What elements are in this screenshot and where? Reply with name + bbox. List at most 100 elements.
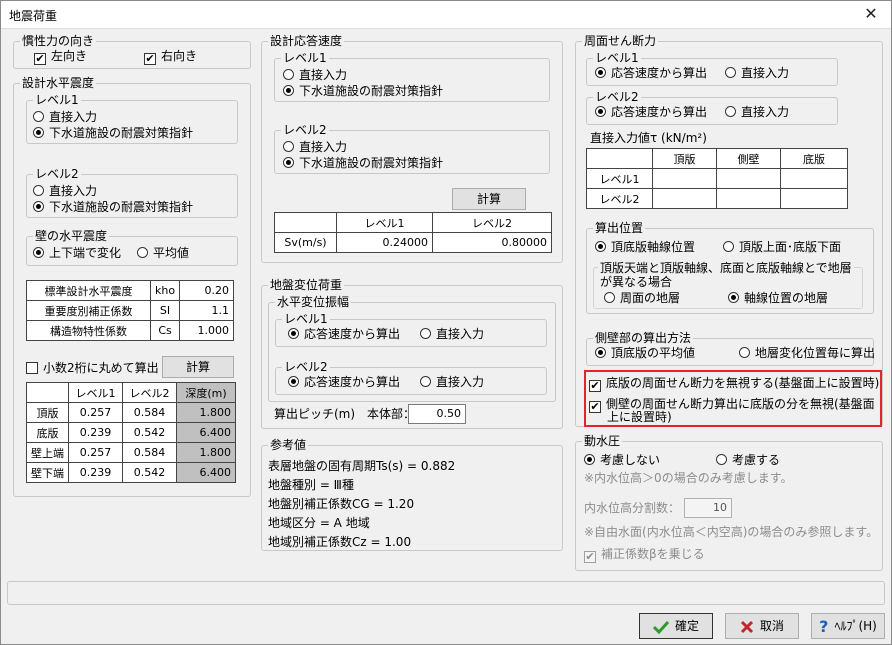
ignore-bottom-check[interactable]: ✔ 底版の周面せん断力を無視する(基盤面上に設置時) (589, 375, 879, 392)
seismic-l2-direct-radio[interactable]: 直接入力 (33, 183, 97, 199)
seismic-level2-legend: レベル2 (33, 166, 81, 182)
hydro-note2: ※自由水面(内水位高＜内空高)の場合のみ参照します。 (584, 525, 879, 539)
amp-level1-legend: レベル1 (282, 311, 330, 327)
checkbox-icon: ✔ (34, 52, 46, 65)
velocity-l2-guideline-radio[interactable]: 下水道施設の耐震対策指針 (283, 155, 443, 171)
cancel-x-icon (740, 620, 754, 633)
amp-level2-group: レベル2 応答速度から算出 直接入力 (275, 359, 547, 395)
table-row: レベル1 レベル2 (274, 212, 552, 233)
tau-l2-top[interactable] (652, 188, 717, 209)
velocity-level1-group: レベル1 直接入力 下水道施設の耐震対策指針 (274, 50, 550, 102)
tau-l2-side[interactable] (716, 188, 781, 209)
table-row: 頂版 0.257 0.584 1.800 (26, 402, 236, 423)
inertia-right-check[interactable]: ✔ 右向き (144, 48, 197, 65)
velocity-level2-legend: レベル2 (281, 122, 329, 138)
hydro-consider-radio[interactable]: 考慮する (716, 452, 780, 468)
position-axis-radio[interactable]: 頂底版軸線位置 (595, 239, 695, 255)
wall-varying-radio[interactable]: 上下端で変化 (33, 245, 121, 261)
shear-l1-direct-radio[interactable]: 直接入力 (725, 65, 789, 81)
shear-direct-table: 頂版 側壁 底版 レベル1 レベル2 (586, 148, 848, 209)
hydro-legend: 動水圧 (582, 433, 623, 449)
ref-period: 表層地盤の固有周期Ts(s) = 0.882 (268, 459, 456, 473)
shear-legend: 周面せん断力 (582, 33, 659, 49)
table-row: レベル2 (586, 188, 848, 209)
amp-l2-velocity-radio[interactable]: 応答速度から算出 (288, 374, 400, 390)
ref-region: 地域区分 = A 地域 (268, 516, 370, 530)
cs-value[interactable]: 1.000 (179, 320, 234, 341)
hydro-div-input[interactable]: 10 (684, 498, 732, 518)
velocity-table: レベル1 レベル2 Sv(m/s) 0.24000 0.80000 (274, 212, 552, 253)
hydro-ignore-radio[interactable]: 考慮しない (584, 452, 660, 468)
layer-axis-radio[interactable]: 軸線位置の地層 (728, 290, 828, 306)
ground-disp-group: 地盤変位荷重 水平変位振幅 レベル1 応答速度から算出 直接入力 レベル2 応答… (261, 277, 563, 429)
seismic-params-table: 標準設計水平震度 kho 0.20 重要度別補正係数 SI 1.1 構造物特性係数 Cs 1… (26, 280, 234, 341)
checkbox-icon: ✔ (589, 379, 601, 392)
ref-cz: 地域別補正係数Cz = 1.00 (268, 535, 412, 549)
table-row: 構造物特性係数 Cs 1.000 (26, 320, 234, 341)
status-bar (7, 581, 885, 605)
cancel-button[interactable]: 取消 (725, 613, 799, 639)
table-row: 壁下端 0.239 0.542 6.400 (26, 462, 236, 483)
tau-l1-bottom[interactable] (780, 168, 848, 189)
checkbox-icon: ✔ (589, 400, 601, 413)
table-row: Sv(m/s) 0.24000 0.80000 (274, 232, 552, 253)
seismic-calc-button[interactable]: 計算 (162, 356, 234, 378)
inertia-legend: 慣性力の向き (20, 33, 97, 49)
hydro-group: 動水圧 考慮しない 考慮する ※内水位高＞0の場合のみ考慮します。 内水位高分割… (575, 433, 883, 571)
side-wall-group: 側壁部の算出方法 頂底版の平均値 地層変化位置毎に算出 (586, 330, 875, 366)
pitch-input[interactable]: 0.50 (408, 404, 466, 424)
checkbox-icon: ✔ (584, 550, 596, 563)
shear-l2-direct-radio[interactable]: 直接入力 (725, 104, 789, 120)
help-question-icon: ? (819, 616, 829, 636)
hydro-note1: ※内水位高＞0の場合のみ考慮します。 (584, 471, 793, 485)
side-layer-radio[interactable]: 地層変化位置毎に算出 (739, 345, 875, 361)
seismic-result-table: レベル1 レベル2 深度(m) 頂版 0.257 0.584 1.800 底版 0.23… (26, 382, 236, 483)
response-velocity-legend: 設計応答速度 (268, 33, 345, 49)
table-row: 標準設計水平震度 kho 0.20 (26, 280, 234, 301)
side-wall-legend: 側壁部の算出方法 (593, 330, 694, 346)
kho-value[interactable]: 0.20 (179, 280, 234, 301)
ref-cg: 地盤別補正係数CG = 1.20 (268, 497, 415, 511)
window-title: 地震荷重 (9, 9, 58, 23)
shear-l1-velocity-radio[interactable]: 応答速度から算出 (595, 65, 707, 81)
sv-level2-value[interactable]: 0.80000 (432, 232, 552, 253)
close-icon[interactable]: ✕ (855, 3, 887, 25)
seismic-l1-guideline-radio[interactable]: 下水道施設の耐震対策指針 (33, 125, 193, 141)
table-row: レベル1 レベル2 深度(m) (26, 382, 236, 403)
table-row: 底版 0.239 0.542 6.400 (26, 422, 236, 443)
ok-button[interactable]: 確定 (639, 613, 713, 639)
amp-l1-velocity-radio[interactable]: 応答速度から算出 (288, 326, 400, 342)
velocity-l1-direct-radio[interactable]: 直接入力 (283, 67, 347, 83)
layer-sub-group: 頂版天端と頂版軸線、底面と底版軸線とで地層 が異なる場合 周面の地層 軸線位置の… (593, 260, 863, 309)
velocity-calc-button[interactable]: 計算 (452, 188, 526, 210)
si-value[interactable]: 1.1 (179, 300, 234, 321)
inertia-left-check[interactable]: ✔ 左向き (34, 48, 87, 65)
response-velocity-group: 設計応答速度 レベル1 直接入力 下水道施設の耐震対策指針 レベル2 直接入力 … (261, 33, 563, 263)
round-check[interactable]: 小数2桁に丸めて算出 (26, 360, 159, 376)
amp-l2-direct-radio[interactable]: 直接入力 (420, 374, 484, 390)
velocity-l1-guideline-radio[interactable]: 下水道施設の耐震対策指針 (283, 83, 443, 99)
position-surface-radio[interactable]: 頂版上面･底版下面 (723, 239, 841, 255)
tau-l2-bottom[interactable] (780, 188, 848, 209)
beta-check[interactable]: ✔ 補正係数βを乗じる (584, 546, 705, 563)
tau-l1-top[interactable] (652, 168, 717, 189)
seismic-l2-guideline-radio[interactable]: 下水道施設の耐震対策指針 (33, 199, 193, 215)
table-row: 重要度別補正係数 SI 1.1 (26, 300, 234, 321)
help-button[interactable]: ? ﾍﾙﾌﾟ(H) (811, 613, 885, 639)
velocity-level2-group: レベル2 直接入力 下水道施設の耐震対策指針 (274, 122, 550, 174)
design-seismic-group: 設計水平震度 レベル1 直接入力 下水道施設の耐震対策指針 レベル2 直接入力 … (13, 75, 251, 497)
reference-group: 参考値 表層地盤の固有周期Ts(s) = 0.882 地盤種別 = Ⅲ種 地盤別… (261, 437, 563, 551)
side-average-radio[interactable]: 頂底版の平均値 (595, 345, 695, 361)
amplitude-legend: 水平変位振幅 (275, 294, 352, 310)
wall-seismic-legend: 壁の水平震度 (33, 228, 110, 244)
velocity-l2-direct-radio[interactable]: 直接入力 (283, 139, 347, 155)
amp-l1-direct-radio[interactable]: 直接入力 (420, 326, 484, 342)
layer-surface-radio[interactable]: 周面の地層 (604, 290, 680, 306)
shear-l2-velocity-radio[interactable]: 応答速度から算出 (595, 104, 707, 120)
reference-legend: 参考値 (268, 437, 309, 453)
direct-input-label: 直接入力値τ (kN/m²) (590, 131, 707, 145)
sv-level1-value[interactable]: 0.24000 (336, 232, 433, 253)
tau-l1-side[interactable] (716, 168, 781, 189)
wall-average-radio[interactable]: 平均値 (137, 245, 189, 261)
seismic-l1-direct-radio[interactable]: 直接入力 (33, 109, 97, 125)
